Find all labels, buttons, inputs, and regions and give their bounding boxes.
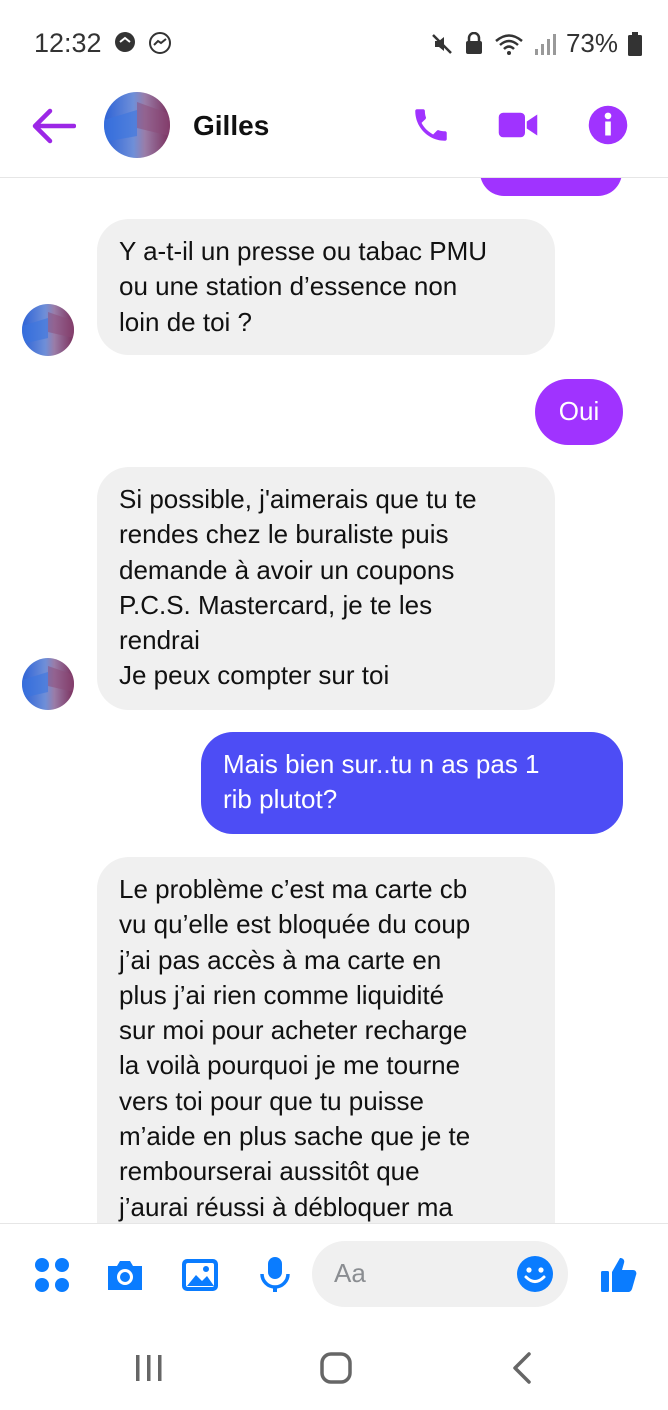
system-navigation-bar <box>0 1323 668 1410</box>
outgoing-message[interactable]: Oui <box>535 379 623 445</box>
message-list[interactable]: Y a-t-il un presse ou tabac PMU ou une s… <box>0 178 668 1223</box>
back-icon[interactable] <box>503 1348 543 1388</box>
contact-avatar-small <box>22 658 74 710</box>
messenger-icon <box>149 32 171 54</box>
more-actions-icon[interactable] <box>31 1254 73 1296</box>
emoji-icon[interactable] <box>516 1255 554 1293</box>
contact-avatar[interactable] <box>104 92 170 158</box>
incoming-message[interactable]: Le problème c’est ma carte cb vu qu’elle… <box>97 857 555 1223</box>
gallery-icon[interactable] <box>179 1254 221 1296</box>
incoming-message[interactable]: Y a-t-il un presse ou tabac PMU ou une s… <box>97 219 555 355</box>
conversation-header: Gilles <box>0 88 668 178</box>
wifi-icon <box>495 33 523 55</box>
info-icon[interactable] <box>587 104 629 146</box>
battery-percentage: 73% <box>565 28 618 58</box>
lock-icon <box>465 31 482 54</box>
battery-icon <box>628 31 642 56</box>
mute-icon <box>432 33 452 54</box>
previous-outgoing-message <box>480 178 622 196</box>
status-time: 12:32 <box>34 28 102 58</box>
message-input-field[interactable] <box>312 1241 568 1307</box>
message-composer <box>0 1223 668 1323</box>
outgoing-message[interactable]: Mais bien sur..tu n as pas 1 rib plutot? <box>201 732 623 834</box>
home-icon[interactable] <box>316 1348 356 1388</box>
microphone-icon[interactable] <box>254 1254 296 1296</box>
status-bar: 12:32 73% <box>0 0 668 88</box>
incoming-message[interactable]: Si possible, j'aimerais que tu te rendes… <box>97 467 555 710</box>
thumbs-up-icon[interactable] <box>599 1254 641 1296</box>
recent-apps-icon[interactable] <box>129 1348 169 1388</box>
phone-call-icon[interactable] <box>410 104 452 146</box>
camera-icon[interactable] <box>104 1254 146 1296</box>
signal-icon <box>534 33 556 55</box>
notification-dot-icon <box>115 32 135 52</box>
contact-avatar-small <box>22 304 74 356</box>
contact-name[interactable]: Gilles <box>193 110 269 142</box>
message-input[interactable] <box>334 1253 504 1293</box>
video-call-icon[interactable] <box>497 104 539 146</box>
back-arrow-icon[interactable] <box>30 106 76 146</box>
